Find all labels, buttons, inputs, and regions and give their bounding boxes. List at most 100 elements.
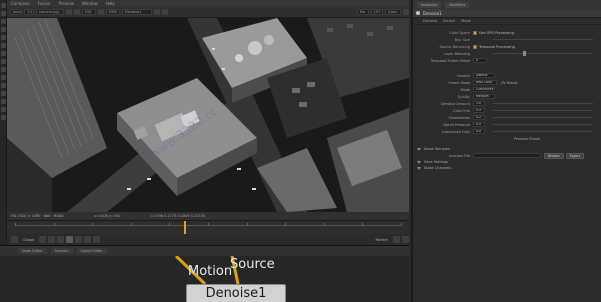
polygon-tool-icon[interactable] bbox=[1, 35, 6, 40]
tab-node-editor[interactable]: Node Editor bbox=[18, 248, 47, 254]
source-node-label[interactable]: Source bbox=[230, 257, 275, 272]
input-select[interactable]: camera.jpg bbox=[36, 9, 64, 15]
timeline-ruler[interactable] bbox=[15, 223, 402, 226]
motion-node-label[interactable]: Motion bbox=[188, 264, 232, 279]
denoise-node[interactable]: Denoise1 bbox=[186, 284, 286, 302]
param-label: Denoise Amount bbox=[440, 101, 470, 106]
param-dropdown[interactable]: Real Color bbox=[473, 80, 497, 85]
menu-item[interactable]: Preview bbox=[58, 1, 74, 6]
param-slider[interactable] bbox=[493, 117, 593, 118]
temporal-checkbox[interactable] bbox=[473, 44, 477, 49]
tab-modifiers[interactable]: Modifiers bbox=[445, 1, 470, 8]
last-frame-icon[interactable] bbox=[84, 236, 92, 243]
param-slider[interactable] bbox=[493, 103, 593, 104]
tracker-tool-icon[interactable] bbox=[1, 107, 6, 112]
transform-tool-icon[interactable] bbox=[1, 67, 6, 72]
menu-item[interactable]: Help bbox=[106, 1, 115, 6]
timeline-tick bbox=[169, 223, 171, 226]
split-icon[interactable] bbox=[66, 9, 72, 15]
tab-spline-editor[interactable]: Spline Editor bbox=[76, 248, 107, 254]
menu-item[interactable]: Fusion bbox=[38, 1, 51, 6]
param-dropdown[interactable]: Medium bbox=[473, 94, 495, 99]
export-button[interactable]: Export bbox=[565, 152, 585, 159]
param-value[interactable]: 0.5 bbox=[473, 122, 485, 127]
wipe-icon[interactable] bbox=[74, 9, 80, 15]
section-noise-channels[interactable]: Noise Channels bbox=[413, 165, 601, 171]
scale-select[interactable]: 1:1 bbox=[24, 9, 34, 15]
expand-icon bbox=[417, 160, 421, 164]
param-label: Temporal Frame Offset bbox=[430, 58, 470, 63]
zoom-select[interactable]: auto bbox=[10, 9, 22, 15]
text-tool-icon[interactable] bbox=[1, 59, 6, 64]
color-tool-icon[interactable] bbox=[1, 83, 6, 88]
param-dropdown[interactable]: Luminance bbox=[473, 87, 495, 92]
node-editor[interactable]: Source Motion Denoise1 bbox=[0, 256, 409, 302]
param-value[interactable]: 1.0 bbox=[473, 101, 485, 106]
param-slider[interactable] bbox=[493, 53, 593, 54]
viewer-status-bar: HD 1920 × 1080 · 8bit · RGBA x=1008 y=70… bbox=[7, 212, 409, 220]
menu-item[interactable]: Window bbox=[82, 1, 98, 6]
param-slider[interactable] bbox=[493, 110, 593, 111]
subtab-denoise[interactable]: Denoise bbox=[423, 19, 437, 23]
settings-icon[interactable] bbox=[402, 236, 409, 243]
param-dropdown[interactable]: Default bbox=[473, 73, 495, 78]
param-value[interactable]: 0.2 bbox=[473, 115, 485, 120]
stop-icon[interactable] bbox=[93, 236, 101, 243]
resolution-readout: HD 1920 × 1080 · 8bit · RGBA bbox=[11, 214, 64, 218]
tab-console[interactable]: Console bbox=[50, 248, 73, 254]
lock-icon[interactable] bbox=[98, 9, 104, 15]
lut-toggle[interactable]: LUT bbox=[371, 9, 383, 15]
inspector-panel: Inspector Modifiers Denoise1 Denoise Sou… bbox=[411, 0, 601, 302]
quality-select[interactable]: HiQ bbox=[82, 9, 96, 15]
color-select[interactable]: Color bbox=[385, 9, 401, 15]
select-tool-icon[interactable] bbox=[1, 3, 6, 8]
node-view-select[interactable]: Denoise1 bbox=[122, 9, 152, 15]
playhead[interactable] bbox=[184, 221, 186, 235]
analysis-file-input[interactable] bbox=[473, 153, 541, 158]
pan-tool-icon[interactable] bbox=[1, 11, 6, 16]
preview-check-label[interactable]: Preview Check bbox=[514, 137, 540, 141]
param-slider[interactable] bbox=[493, 39, 593, 40]
tool-title-bar[interactable]: Denoise1 bbox=[413, 9, 601, 18]
options-icon[interactable] bbox=[403, 9, 409, 15]
checker-icon[interactable] bbox=[162, 9, 168, 15]
prev-frame-icon[interactable] bbox=[48, 236, 56, 243]
loop-icon[interactable] bbox=[11, 236, 18, 243]
brush-tool-icon[interactable] bbox=[1, 27, 6, 32]
expand-icon bbox=[417, 166, 421, 170]
slider-knob[interactable] bbox=[523, 51, 526, 56]
tool-enable-icon[interactable] bbox=[416, 11, 420, 15]
param-slider[interactable] bbox=[493, 124, 593, 125]
rectangle-tool-icon[interactable] bbox=[1, 43, 6, 48]
param-value[interactable]: 0 bbox=[473, 58, 487, 63]
channel-icon[interactable] bbox=[154, 9, 160, 15]
param-value[interactable]: 0.0 bbox=[473, 129, 485, 134]
menu-item[interactable]: Compose bbox=[11, 1, 30, 6]
pixel-position-readout: x=1008 y=700 bbox=[93, 214, 121, 218]
dem-select[interactable]: DEM bbox=[106, 9, 120, 15]
viewer-image: www.3322.cc bbox=[7, 18, 409, 212]
next-frame-icon[interactable] bbox=[75, 236, 83, 243]
image-viewer[interactable]: www.3322.cc bbox=[7, 18, 409, 212]
mask-tool-icon[interactable] bbox=[1, 99, 6, 104]
camera-tool-icon[interactable] bbox=[1, 115, 6, 120]
param-value[interactable]: 0.5 bbox=[473, 108, 485, 113]
ellipse-tool-icon[interactable] bbox=[1, 51, 6, 56]
gpu-checkbox[interactable] bbox=[473, 30, 477, 35]
tab-inspector[interactable]: Inspector bbox=[417, 1, 442, 8]
param-slider[interactable] bbox=[493, 131, 593, 132]
render-icon[interactable] bbox=[393, 236, 400, 243]
subtab-mode[interactable]: Mode bbox=[461, 19, 471, 23]
roi-toggle[interactable]: Roi bbox=[357, 9, 369, 15]
subtab-source[interactable]: Source bbox=[443, 19, 455, 23]
param-row: Source Denoising Temporal Processing bbox=[413, 43, 601, 50]
merge-tool-icon[interactable] bbox=[1, 75, 6, 80]
blur-tool-icon[interactable] bbox=[1, 91, 6, 96]
timeline[interactable] bbox=[7, 220, 409, 235]
play-icon[interactable] bbox=[66, 236, 74, 243]
play-reverse-icon[interactable] bbox=[57, 236, 65, 243]
first-frame-icon[interactable] bbox=[39, 236, 47, 243]
zoom-tool-icon[interactable] bbox=[1, 19, 6, 24]
param-label: Layer Blending bbox=[443, 51, 470, 56]
browse-button[interactable]: Browse bbox=[544, 152, 564, 159]
